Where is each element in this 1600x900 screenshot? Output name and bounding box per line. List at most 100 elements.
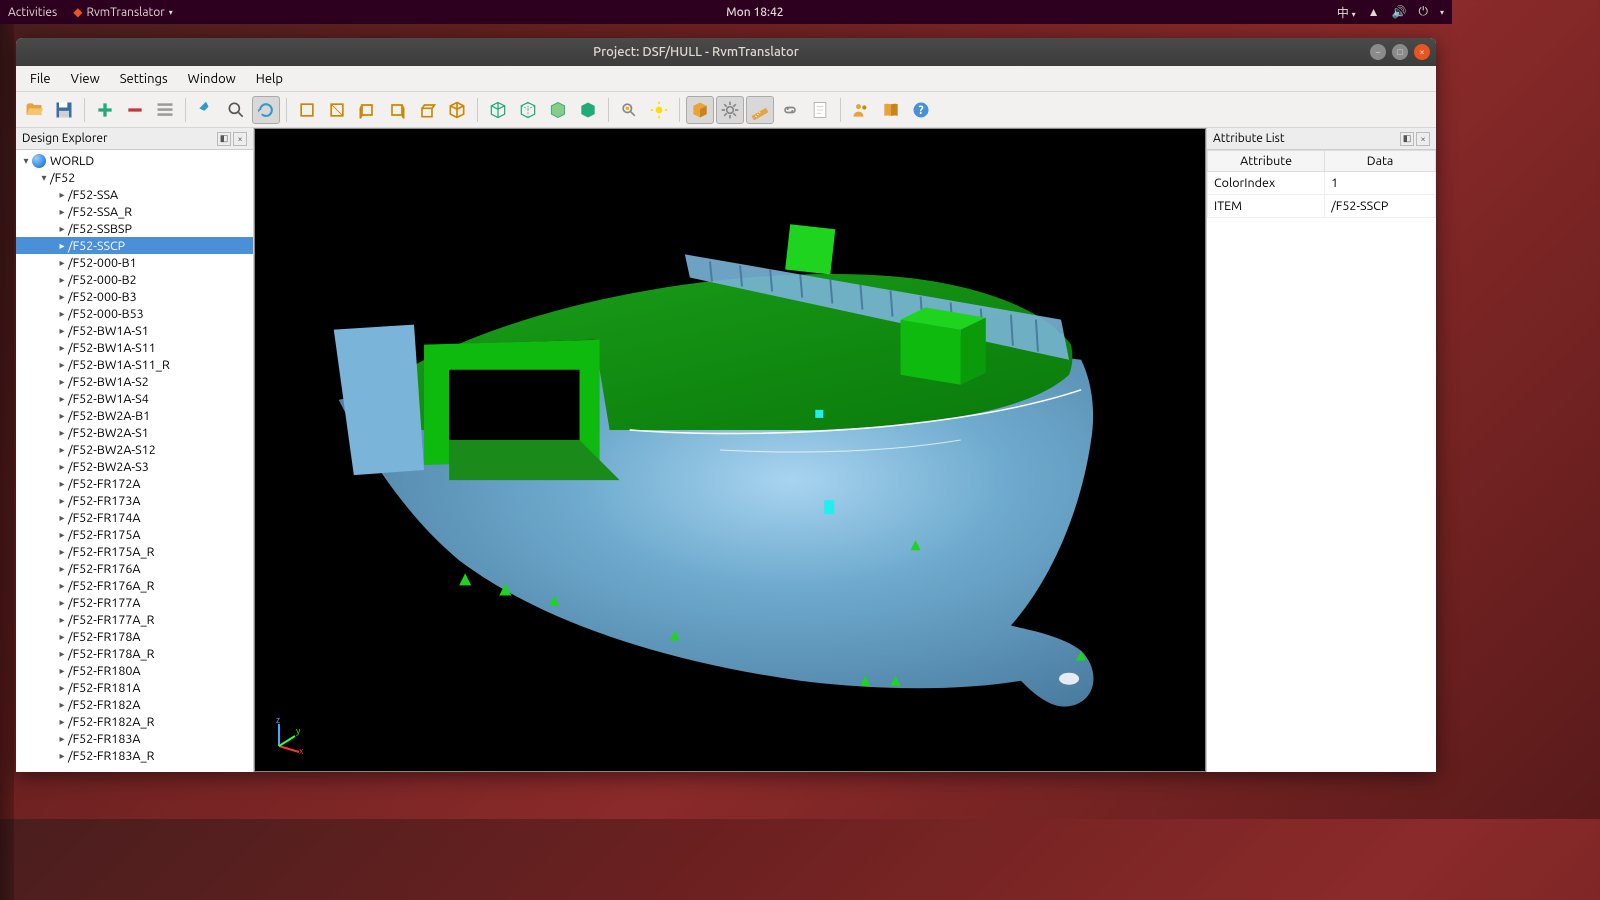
view-iso-button[interactable]	[443, 96, 471, 124]
maximize-button[interactable]: □	[1392, 44, 1408, 60]
tree-item[interactable]: ▸/F52-FR180A	[16, 662, 253, 679]
tree-item[interactable]: ▸/F52-FR183A_R	[16, 747, 253, 764]
tree-item[interactable]: ▸/F52-000-B3	[16, 288, 253, 305]
tree-item[interactable]: ▸/F52-BW1A-S1	[16, 322, 253, 339]
measure-button[interactable]	[746, 96, 774, 124]
list-button[interactable]	[151, 96, 179, 124]
data-col-header[interactable]: Data	[1325, 151, 1436, 172]
svg-text:x: x	[299, 746, 304, 756]
deck-house	[901, 308, 986, 385]
network-icon[interactable]: ▲	[1368, 5, 1380, 19]
tree-item[interactable]: ▸/F52-000-B1	[16, 254, 253, 271]
tree-item[interactable]: ▸/F52-BW2A-S1	[16, 424, 253, 441]
input-method-indicator[interactable]: 中 ▾	[1337, 4, 1356, 21]
open-button[interactable]	[20, 96, 48, 124]
tree-item[interactable]: ▸/F52-FR173A	[16, 492, 253, 509]
shaded-edges-button[interactable]	[544, 96, 572, 124]
tree-item[interactable]: ▸/F52-FR178A	[16, 628, 253, 645]
clock[interactable]: Mon 18:42	[173, 6, 1337, 19]
tree-item[interactable]: ▸/F52-BW1A-S2	[16, 373, 253, 390]
tree-root[interactable]: ▾WORLD	[16, 152, 253, 169]
save-button[interactable]	[50, 96, 78, 124]
add-button[interactable]	[91, 96, 119, 124]
minimize-button[interactable]: –	[1370, 44, 1386, 60]
book-button[interactable]	[877, 96, 905, 124]
tree-item[interactable]: ▸/F52-SSBSP	[16, 220, 253, 237]
shaded-button[interactable]	[574, 96, 602, 124]
wireframe-button[interactable]	[484, 96, 512, 124]
view-left-button[interactable]	[353, 96, 381, 124]
tree-item[interactable]: ▸/F52-SSA	[16, 186, 253, 203]
tree-item[interactable]: ▸/F52-FR177A	[16, 594, 253, 611]
tree-item[interactable]: ▸/F52-BW1A-S4	[16, 390, 253, 407]
app-icon: ◆	[73, 5, 82, 19]
tree-item[interactable]: ▸/F52-FR177A_R	[16, 611, 253, 628]
tree-item[interactable]: ▸/F52-BW1A-S11	[16, 339, 253, 356]
tree-item[interactable]: ▸/F52-000-B53	[16, 305, 253, 322]
3d-viewport[interactable]: z y x	[254, 128, 1206, 772]
attribute-row[interactable]: ITEM/F52-SSCP	[1208, 195, 1436, 218]
light-button[interactable]	[645, 96, 673, 124]
tree-item[interactable]: ▸/F52-FR176A_R	[16, 577, 253, 594]
tree-item[interactable]: ▸/F52-000-B2	[16, 271, 253, 288]
menu-view[interactable]: View	[61, 68, 110, 90]
fit-button[interactable]	[615, 96, 643, 124]
tree-item[interactable]: ▸/F52-FR174A	[16, 509, 253, 526]
tree-item[interactable]: ▸/F52-FR182A	[16, 696, 253, 713]
attribute-name: ITEM	[1208, 195, 1325, 218]
tree-item[interactable]: ▸/F52-BW2A-S3	[16, 458, 253, 475]
volume-icon[interactable]: 🔊	[1392, 5, 1407, 19]
tree-item[interactable]: ▸/F52-BW2A-S12	[16, 441, 253, 458]
app-menu-label: RvmTranslator	[86, 6, 164, 19]
settings-gear-button[interactable]	[716, 96, 744, 124]
activities-button[interactable]: Activities	[8, 6, 57, 19]
tree-item[interactable]: ▸/F52-SSA_R	[16, 203, 253, 220]
menu-window[interactable]: Window	[178, 68, 246, 90]
help-button[interactable]: ?	[907, 96, 935, 124]
tree-item[interactable]: ▸/F52-BW2A-B1	[16, 407, 253, 424]
titlebar[interactable]: Project: DSF/HULL - RvmTranslator – □ ×	[16, 38, 1436, 66]
menu-file[interactable]: File	[20, 68, 61, 90]
cyan-marker	[824, 500, 834, 514]
solid-mode-button[interactable]	[686, 96, 714, 124]
panel-float-button[interactable]: ◧	[1400, 132, 1414, 146]
remove-button[interactable]	[121, 96, 149, 124]
power-icon[interactable]: ⏻	[1418, 5, 1428, 19]
tree-item[interactable]: ▸/F52-FR172A	[16, 475, 253, 492]
tree-item[interactable]: ▸/F52-FR175A_R	[16, 543, 253, 560]
panel-float-button[interactable]: ◧	[217, 132, 231, 146]
design-tree[interactable]: ▾WORLD▾/F52▸/F52-SSA▸/F52-SSA_R▸/F52-SSB…	[16, 150, 253, 772]
refresh-button[interactable]	[252, 96, 280, 124]
view-right-button[interactable]	[383, 96, 411, 124]
hidden-line-button[interactable]	[514, 96, 542, 124]
menu-help[interactable]: Help	[246, 68, 293, 90]
dock-launcher[interactable]	[0, 24, 14, 900]
tree-group[interactable]: ▾/F52	[16, 169, 253, 186]
view-top-button[interactable]	[413, 96, 441, 124]
menu-settings[interactable]: Settings	[110, 68, 178, 90]
side-cutout	[424, 340, 620, 480]
panel-close-button[interactable]: ×	[233, 132, 247, 146]
attribute-row[interactable]: ColorIndex1	[1208, 172, 1436, 195]
attribute-col-header[interactable]: Attribute	[1208, 151, 1325, 172]
users-button[interactable]	[847, 96, 875, 124]
view-front-button[interactable]	[293, 96, 321, 124]
pin-button[interactable]	[192, 96, 220, 124]
tree-item[interactable]: ▸/F52-FR183A	[16, 730, 253, 747]
link-button[interactable]	[776, 96, 804, 124]
tree-item[interactable]: ▸/F52-SSCP	[16, 237, 253, 254]
system-menu-chevron[interactable]: ▾	[1440, 8, 1444, 17]
tree-item[interactable]: ▸/F52-FR176A	[16, 560, 253, 577]
tree-item[interactable]: ▸/F52-FR181A	[16, 679, 253, 696]
app-menu[interactable]: ◆ RvmTranslator ▾	[73, 5, 173, 19]
tree-item[interactable]: ▸/F52-FR182A_R	[16, 713, 253, 730]
notes-button[interactable]	[806, 96, 834, 124]
design-explorer-panel: Design Explorer ◧ × ▾WORLD▾/F52▸/F52-SSA…	[16, 128, 254, 772]
panel-close-button[interactable]: ×	[1416, 132, 1430, 146]
view-back-button[interactable]	[323, 96, 351, 124]
tree-item[interactable]: ▸/F52-FR178A_R	[16, 645, 253, 662]
close-button[interactable]: ×	[1414, 44, 1430, 60]
zoom-button[interactable]	[222, 96, 250, 124]
tree-item[interactable]: ▸/F52-BW1A-S11_R	[16, 356, 253, 373]
tree-item[interactable]: ▸/F52-FR175A	[16, 526, 253, 543]
